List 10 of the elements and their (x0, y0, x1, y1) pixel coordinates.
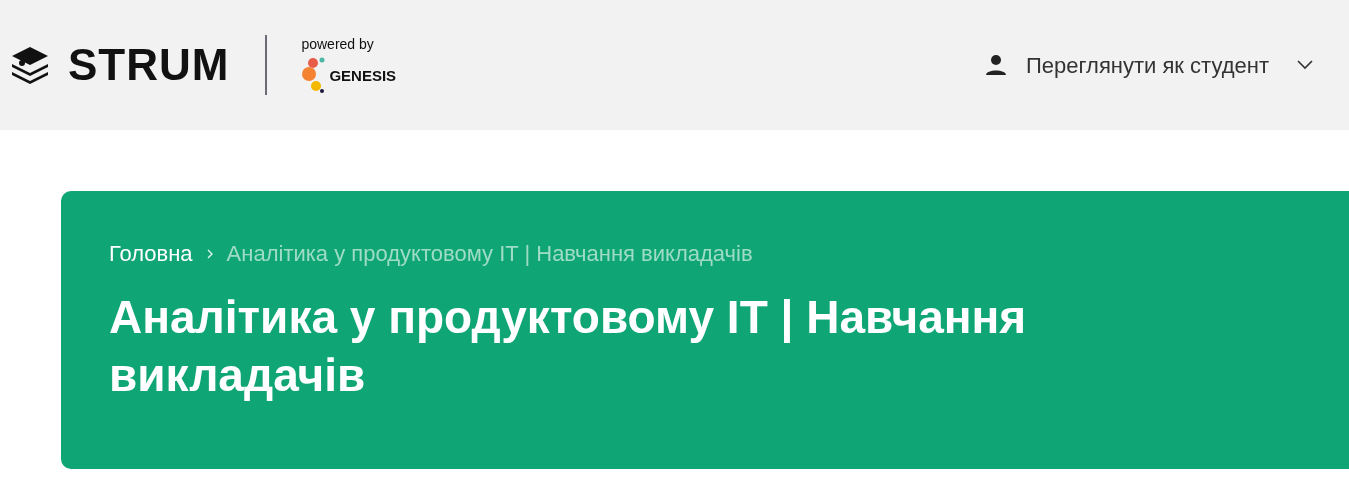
chevron-down-icon (1297, 60, 1313, 70)
partner-wordmark: GENESIS (329, 65, 397, 86)
course-title: Аналітика у продуктовому IT | Навчання викладачів (109, 290, 1028, 403)
view-as-dropdown[interactable]: Переглянути як студент (984, 48, 1313, 82)
chevron-right-icon (206, 248, 213, 259)
breadcrumb-link[interactable]: Головна (109, 237, 193, 270)
person-icon (984, 53, 1008, 77)
breadcrumb-link[interactable]: Аналітика у продуктовому IT | Навчання викладачів (226, 237, 753, 270)
logo-wordmark: STRUM (68, 39, 230, 91)
powered-by-label: powered by (301, 35, 374, 53)
